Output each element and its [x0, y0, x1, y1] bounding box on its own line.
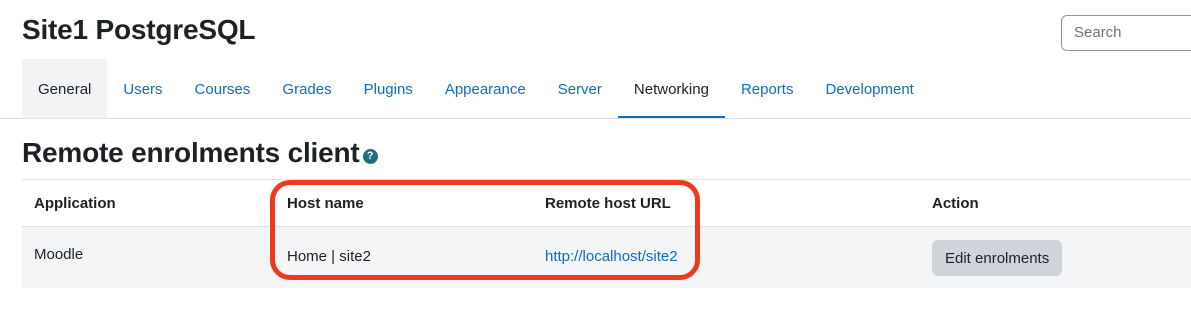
page: Site1 PostgreSQL General Users Courses G… — [0, 0, 1191, 310]
secondary-navigation: General Users Courses Grades Plugins App… — [22, 59, 930, 119]
column-header-application: Application — [34, 195, 116, 212]
tab-label: Courses — [194, 80, 251, 98]
cell-host-name: Home | site2 — [287, 248, 371, 265]
help-icon[interactable]: ? — [362, 148, 378, 164]
tab-label: Users — [123, 80, 163, 98]
remote-host-url-link[interactable]: http://localhost/site2 — [545, 248, 678, 265]
column-header-remote-host-url: Remote host URL — [545, 195, 671, 212]
tab-plugins[interactable]: Plugins — [348, 59, 429, 119]
tab-label: Networking — [633, 80, 709, 98]
tab-label: Appearance — [444, 80, 526, 98]
remote-hosts-table: Application Host name Remote host URL Ac… — [22, 179, 1191, 288]
tab-courses[interactable]: Courses — [179, 59, 267, 119]
column-header-action: Action — [932, 195, 979, 212]
cell-remote-host-url: http://localhost/site2 — [545, 248, 678, 265]
table-row: Moodle Home | site2 http://localhost/sit… — [22, 227, 1191, 288]
tab-server[interactable]: Server — [542, 59, 618, 119]
cell-application: Moodle — [34, 246, 84, 263]
tab-appearance[interactable]: Appearance — [429, 59, 542, 119]
tab-networking[interactable]: Networking — [617, 59, 725, 119]
tab-label: Grades — [282, 80, 332, 98]
tab-label: Reports — [740, 80, 794, 98]
tab-users[interactable]: Users — [107, 59, 178, 119]
tab-label: Plugins — [363, 80, 413, 98]
tabs-divider — [0, 118, 1191, 119]
search-input[interactable] — [1074, 24, 1191, 41]
tab-general[interactable]: General — [22, 59, 108, 119]
table-header-row: Application Host name Remote host URL Ac… — [22, 179, 1191, 227]
search-box[interactable] — [1061, 15, 1191, 51]
page-heading-text: Remote enrolments client — [22, 137, 360, 168]
tab-label: Server — [557, 80, 602, 98]
edit-enrolments-button[interactable]: Edit enrolments — [932, 240, 1063, 276]
page-heading: Remote enrolments client ? — [22, 137, 378, 169]
column-header-host-name: Host name — [287, 195, 364, 212]
site-title: Site1 PostgreSQL — [22, 14, 256, 45]
tab-label: Development — [825, 80, 914, 98]
tab-development[interactable]: Development — [809, 59, 929, 119]
tab-grades[interactable]: Grades — [266, 59, 347, 119]
tab-label: General — [38, 80, 92, 98]
tab-reports[interactable]: Reports — [725, 59, 810, 119]
